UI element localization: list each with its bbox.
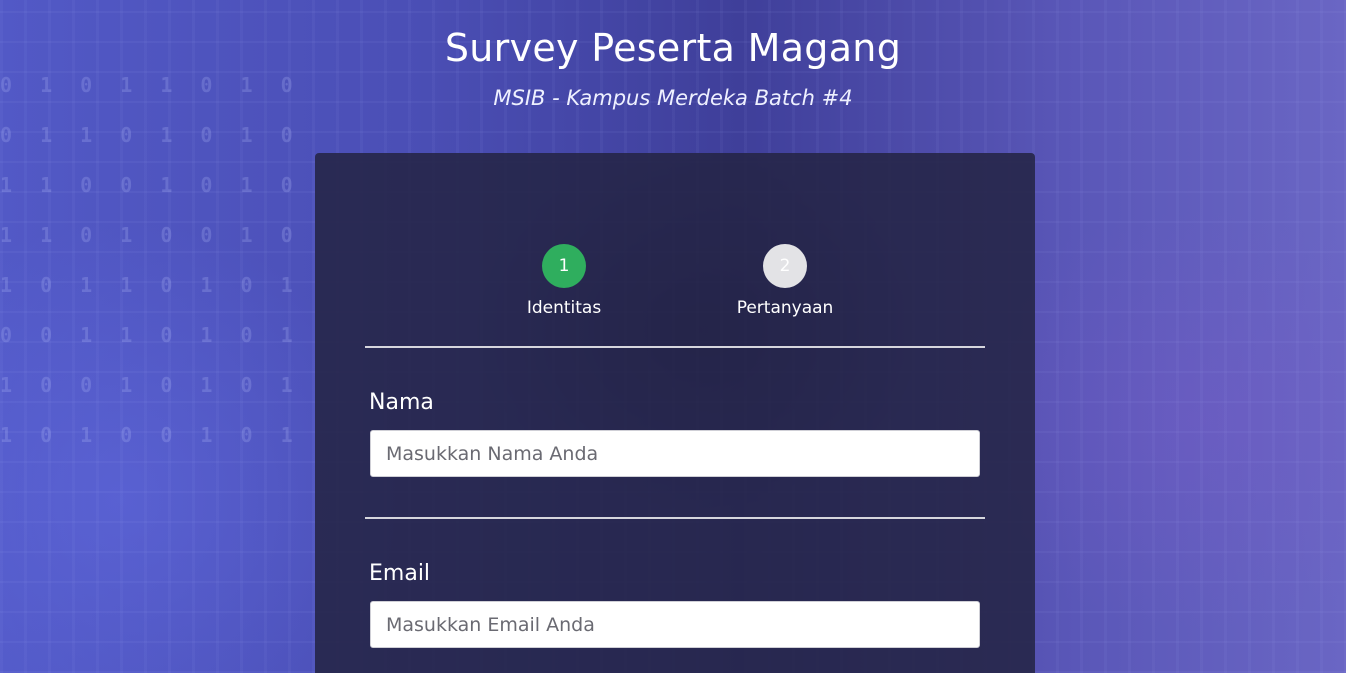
email-label: Email bbox=[369, 561, 431, 586]
page-subtitle: MSIB - Kampus Merdeka Batch #4 bbox=[493, 86, 853, 110]
background-binary-pattern: 0 1 0 1 1 0 1 0 0 1 1 0 1 0 1 0 1 1 0 0 … bbox=[0, 73, 301, 447]
survey-form-card: 1 Identitas 2 Pertanyaan Nama Email bbox=[315, 153, 1035, 673]
step-number-badge: 1 bbox=[542, 244, 586, 288]
nama-input[interactable] bbox=[370, 430, 980, 477]
page-title: Survey Peserta Magang bbox=[444, 26, 902, 70]
background-code-1 bbox=[1050, 230, 1058, 246]
nama-label: Nama bbox=[369, 390, 434, 415]
step-number-badge: 2 bbox=[763, 244, 807, 288]
email-input[interactable] bbox=[370, 601, 980, 648]
step-label: Pertanyaan bbox=[736, 298, 834, 318]
page-header: Survey Peserta Magang MSIB - Kampus Merd… bbox=[0, 26, 1346, 110]
step-pertanyaan[interactable]: 2 Pertanyaan bbox=[705, 244, 865, 318]
step-label: Identitas bbox=[526, 298, 602, 318]
step-identitas[interactable]: 1 Identitas bbox=[484, 244, 644, 318]
step-indicator: 1 Identitas 2 Pertanyaan bbox=[315, 244, 1035, 324]
section-divider bbox=[365, 517, 985, 519]
section-divider bbox=[365, 346, 985, 348]
